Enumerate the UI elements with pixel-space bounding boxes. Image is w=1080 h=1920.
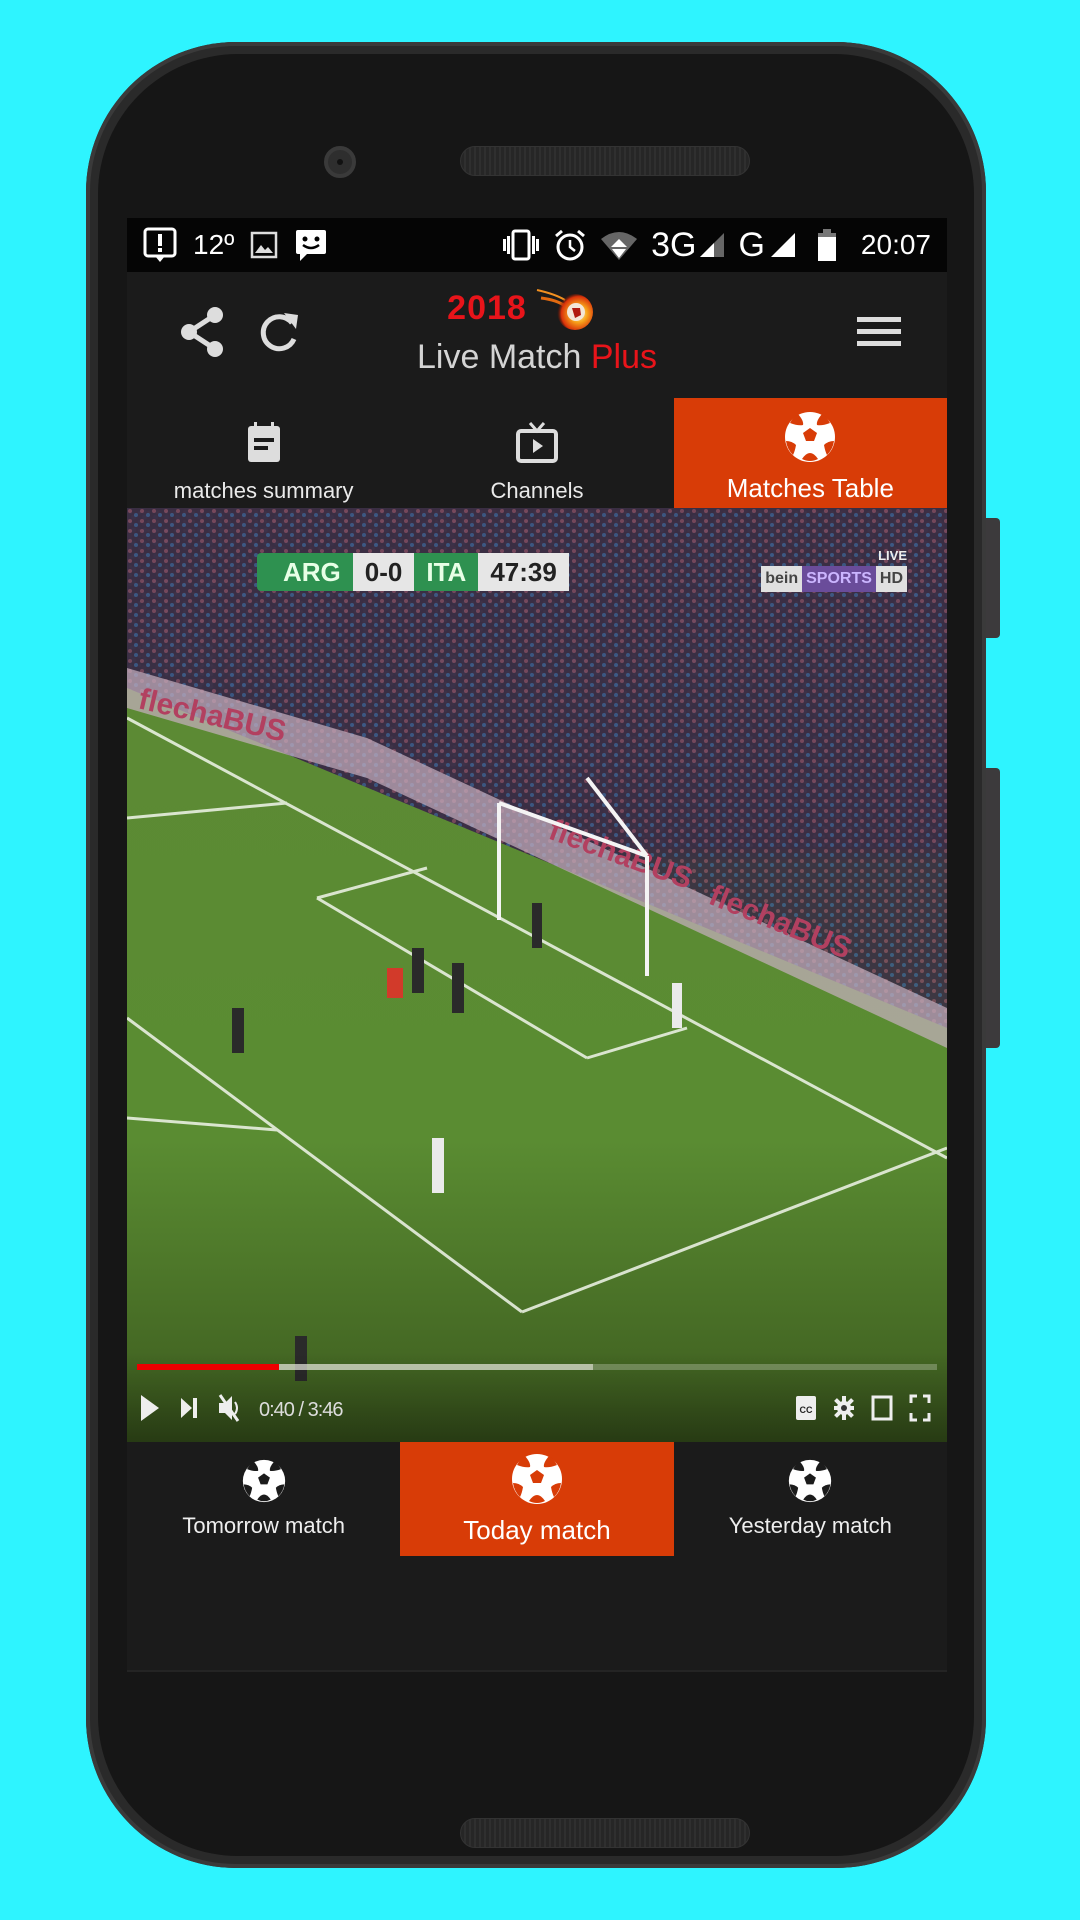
clock: 20:07 <box>860 229 931 260</box>
front-camera <box>324 146 356 178</box>
played-bar <box>137 1364 279 1370</box>
channel-logo: bein SPORTS HD <box>761 566 907 592</box>
soccer-ball-icon <box>784 411 836 463</box>
live-label: LIVE <box>878 548 907 563</box>
next-button[interactable] <box>179 1395 199 1426</box>
match-score: 0-0 <box>352 553 415 591</box>
app-logo: 2018 Live Match Plus <box>127 284 947 377</box>
tab-label: Tomorrow match <box>182 1513 345 1538</box>
gear-icon <box>834 1395 854 1420</box>
temperature: 12º <box>193 229 235 260</box>
status-bar: 12º 3G G 20:07 <box>127 218 947 272</box>
player-controls: 0:40 / 3:46 CC <box>127 1352 947 1442</box>
battery-icon <box>817 228 837 262</box>
wifi-icon <box>599 229 639 261</box>
soccer-ball-icon <box>242 1459 285 1503</box>
fireball-ball-icon <box>535 284 597 332</box>
soccer-ball-icon <box>789 1459 832 1503</box>
tab-yesterday-match[interactable]: Yesterday match <box>674 1442 947 1556</box>
home-team: ARG <box>257 553 353 591</box>
match-clock: 47:39 <box>478 553 569 591</box>
tab-matches-table[interactable]: Matches Table <box>673 398 947 508</box>
hamburger-menu-icon <box>857 317 901 346</box>
tab-matches-summary[interactable]: matches summary <box>127 398 400 508</box>
logo-year: 2018 <box>447 288 527 327</box>
volume-muted-icon <box>218 1393 240 1422</box>
tab-today-match[interactable]: Today match <box>400 1442 674 1556</box>
tab-label: matches summary <box>173 478 354 503</box>
calendar-icon <box>247 416 281 468</box>
vibrate-icon <box>501 229 541 261</box>
theater-mode-button[interactable] <box>871 1393 893 1428</box>
bottom-tab-bar: Tomorrow match Today match Yesterday mat… <box>127 1442 947 1556</box>
phone-screen: 12º 3G G 20:07 2018 Live Match Plus matc… <box>127 218 947 1672</box>
video-player[interactable]: flechaBUS flechaBUS flechaBUS ARG 0-0 IT… <box>127 508 947 1442</box>
menu-button[interactable] <box>849 302 909 362</box>
video-frame-pitch: flechaBUS flechaBUS flechaBUS <box>127 508 947 1442</box>
top-tab-bar: matches summary Channels Matches Table <box>127 398 947 508</box>
bottom-speaker <box>460 1818 750 1848</box>
app-bar: 2018 Live Match Plus <box>127 272 947 398</box>
theater-mode-icon <box>871 1395 893 1420</box>
seek-bar[interactable] <box>137 1364 937 1370</box>
alarm-icon <box>553 228 587 262</box>
tv-icon <box>515 416 558 468</box>
tab-label: Yesterday match <box>728 1513 892 1538</box>
power-button <box>986 518 1000 638</box>
play-button[interactable] <box>139 1393 161 1428</box>
time-display: 0:40 / 3:46 <box>259 1398 344 1421</box>
tab-tomorrow-match[interactable]: Tomorrow match <box>127 1442 400 1556</box>
earpiece-speaker <box>460 146 750 176</box>
image-icon <box>250 231 278 259</box>
settings-button[interactable] <box>833 1393 855 1428</box>
skip-next-icon <box>181 1397 197 1418</box>
logo-title-accent: Plus <box>590 338 657 376</box>
tab-label: Channels <box>490 478 584 503</box>
network-type-primary: 3G <box>651 225 697 264</box>
empty-content-area <box>127 1556 947 1672</box>
captions-button[interactable]: CC <box>795 1393 817 1428</box>
svg-text:CC: CC <box>800 1405 813 1415</box>
tab-channels[interactable]: Channels <box>400 398 673 508</box>
message-icon <box>294 228 328 262</box>
tab-label: Today match <box>463 1514 611 1545</box>
logo-title: Live Match Plus <box>417 338 657 376</box>
fullscreen-button[interactable] <box>909 1393 931 1428</box>
away-team: ITA <box>414 553 479 591</box>
alert-notification-icon <box>143 227 177 263</box>
signal-icon <box>698 231 726 259</box>
tab-label: Matches Table <box>726 473 894 503</box>
mute-button[interactable] <box>217 1392 241 1429</box>
network-type-secondary: G <box>738 225 765 264</box>
play-icon <box>141 1394 159 1421</box>
scorebug: ARG 0-0 ITA 47:39 <box>257 553 569 591</box>
fullscreen-icon <box>909 1394 931 1421</box>
volume-rocker <box>986 768 1000 1048</box>
signal-icon <box>769 231 797 259</box>
soccer-ball-icon <box>511 1453 562 1504</box>
cc-icon: CC <box>796 1395 816 1420</box>
